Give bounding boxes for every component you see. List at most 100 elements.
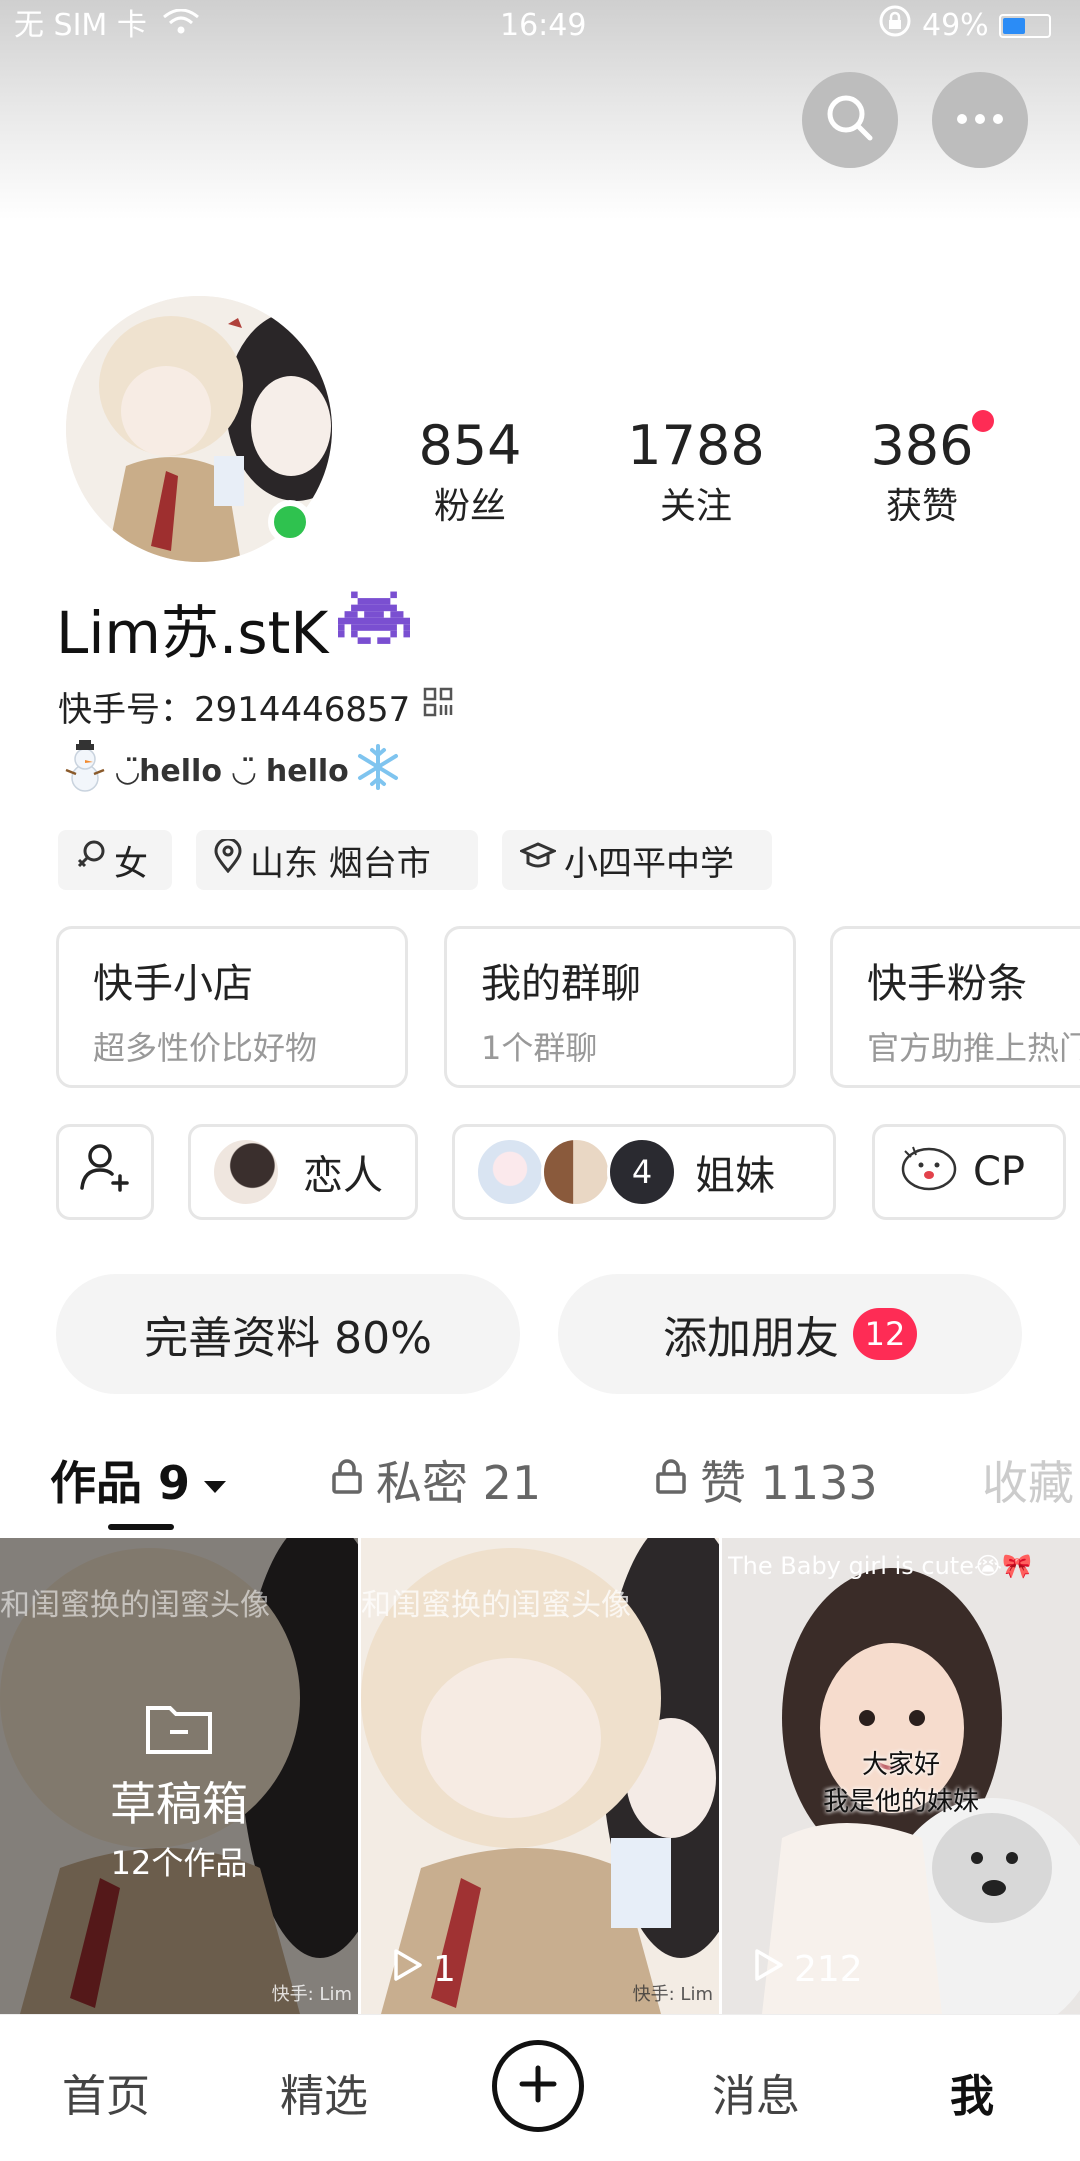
tag-gender-label: 女 <box>114 843 148 884</box>
tag-school-label: 小四平中学 <box>564 843 734 884</box>
add-relation-button[interactable] <box>56 1124 154 1220</box>
tag-school[interactable]: 小四平中学 <box>502 830 772 890</box>
cartoon-avatar-icon <box>895 1139 961 1205</box>
kwai-id-value: 2914446857 <box>194 690 411 730</box>
relation-sisters-label: 姐妹 <box>695 1153 775 1199</box>
drafts-title: 草稿箱 <box>110 1777 248 1831</box>
rotation-lock-icon <box>878 4 912 49</box>
tab-liked[interactable]: 赞 1133 <box>654 1448 878 1512</box>
search-icon <box>824 92 876 148</box>
grid-overlay-text: The Baby girl is cute😭🎀 <box>728 1552 1032 1580</box>
profile-name: Lim苏.stK <box>56 586 411 670</box>
nav-home[interactable]: 首页 <box>26 2060 186 2124</box>
play-count: 212 <box>752 1947 863 1992</box>
search-button[interactable] <box>802 72 898 168</box>
add-friends-label: 添加朋友 <box>663 1313 839 1364</box>
watermark: 快手: Lim <box>632 1984 713 2005</box>
relation-cp[interactable]: CP <box>872 1124 1066 1220</box>
fans-label: 粉丝 <box>433 486 506 527</box>
card-subtitle: 官方助推上热门 <box>867 1029 1080 1067</box>
tab-works-label: 作品 9 <box>50 1456 191 1510</box>
tab-private[interactable]: 私密 21 <box>330 1448 541 1512</box>
play-count-value: 1 <box>433 1949 456 1990</box>
snowflake-icon <box>353 742 403 800</box>
carrier-text: 无 SIM 卡 <box>14 8 147 43</box>
bio-text: ◡̈hello ◡̈ hello <box>116 753 349 789</box>
active-tab-indicator <box>108 1524 174 1530</box>
grid-overlay-text: 和闺蜜换的闺蜜头像 <box>0 1588 270 1623</box>
following-stat[interactable]: 1788 关注 <box>606 414 786 529</box>
nav-messages[interactable]: 消息 <box>676 2060 836 2124</box>
space-invader-icon <box>338 591 411 665</box>
online-status-dot <box>268 500 312 544</box>
lover-avatar <box>211 1137 281 1207</box>
tag-gender[interactable]: 女 <box>58 830 172 890</box>
video-caption: 大家好 我是他的妹妹 <box>722 1744 1080 1818</box>
grid-item-video-1[interactable]: 和闺蜜换的闺蜜头像 1 快手: Lim <box>361 1538 719 2014</box>
battery-icon <box>998 14 1051 38</box>
caption-line-2: 我是他的妹妹 <box>822 1787 979 1817</box>
tab-private-label: 私密 21 <box>376 1456 542 1510</box>
tab-favorites[interactable]: 收藏 <box>982 1448 1074 1512</box>
qr-code-icon[interactable] <box>422 686 454 727</box>
card-title: 我的群聊 <box>481 961 641 1007</box>
sister-avatar-2 <box>541 1137 611 1207</box>
drafts-box: 草稿箱 12个作品 <box>0 1698 358 1884</box>
tab-works[interactable]: 作品 9 <box>50 1448 228 1512</box>
kwai-id-label: 快手号： <box>58 690 194 730</box>
status-right: 49% <box>878 4 1051 49</box>
tag-location-label: 山东 烟台市 <box>250 843 431 884</box>
kwai-id-row[interactable]: 快手号：2914446857 <box>58 682 454 731</box>
grid-item-drafts[interactable]: 和闺蜜换的闺蜜头像 草稿箱 12个作品 快手: Lim <box>0 1538 358 2014</box>
grid-item-video-2[interactable]: The Baby girl is cute😭🎀 大家好 我是他的妹妹 212 <box>722 1538 1080 2014</box>
clock: 16:49 <box>500 8 587 43</box>
lock-icon <box>330 1453 364 1507</box>
wifi-icon <box>162 8 200 43</box>
card-fan-boost[interactable]: 快手粉条 官方助推上热门 <box>830 926 1080 1088</box>
tag-location[interactable]: 山东 烟台市 <box>196 830 478 890</box>
following-count: 1788 <box>627 414 765 477</box>
snowman-icon <box>58 738 112 802</box>
card-title: 快手粉条 <box>867 961 1027 1007</box>
nav-me[interactable]: 我 <box>892 2060 1052 2124</box>
complete-profile-button[interactable]: 完善资料 80% <box>56 1274 520 1394</box>
lock-icon <box>654 1453 688 1507</box>
caret-down-icon <box>202 1453 228 1507</box>
tab-liked-label: 赞 1133 <box>700 1456 878 1510</box>
plus-icon <box>518 2064 558 2108</box>
play-count-value: 212 <box>794 1949 863 1990</box>
folder-icon <box>0 1698 358 1760</box>
more-button[interactable] <box>932 72 1028 168</box>
tab-favorites-label: 收藏 <box>982 1456 1074 1510</box>
play-icon <box>391 1947 425 1992</box>
add-friends-badge: 12 <box>853 1308 917 1360</box>
relation-lover-label: 恋人 <box>303 1153 383 1199</box>
card-kuaishou-shop[interactable]: 快手小店 超多性价比好物 <box>56 926 408 1088</box>
complete-profile-label: 完善资料 80% <box>144 1313 432 1364</box>
grid-overlay-text: 和闺蜜换的闺蜜头像 <box>361 1588 631 1623</box>
fans-stat[interactable]: 854 粉丝 <box>380 414 560 529</box>
school-icon <box>518 840 558 880</box>
watermark: 快手: Lim <box>271 1984 352 2005</box>
notification-dot <box>972 410 994 432</box>
play-count: 1 <box>391 1947 456 1992</box>
add-user-icon <box>78 1140 132 1204</box>
card-group-chat[interactable]: 我的群聊 1个群聊 <box>444 926 796 1088</box>
play-icon <box>752 1947 786 1992</box>
relation-sisters[interactable]: 4 姐妹 <box>452 1124 836 1220</box>
fans-count: 854 <box>418 414 522 477</box>
more-icon <box>954 111 1006 130</box>
card-title: 快手小店 <box>93 961 253 1007</box>
carrier-label: 无 SIM 卡 <box>14 6 200 46</box>
profile-name-text: Lim苏.stK <box>56 599 329 667</box>
battery-percent: 49% <box>922 8 989 43</box>
add-friends-button[interactable]: 添加朋友 12 <box>558 1274 1022 1394</box>
relation-cp-label: CP <box>973 1149 1026 1195</box>
sister-more-count: 4 <box>631 1153 653 1191</box>
sister-avatar-1 <box>475 1137 545 1207</box>
create-button[interactable] <box>492 2040 584 2132</box>
nav-featured[interactable]: 精选 <box>244 2060 404 2124</box>
relation-lover[interactable]: 恋人 <box>188 1124 418 1220</box>
likes-label: 获赞 <box>885 486 958 527</box>
card-subtitle: 超多性价比好物 <box>93 1029 318 1067</box>
